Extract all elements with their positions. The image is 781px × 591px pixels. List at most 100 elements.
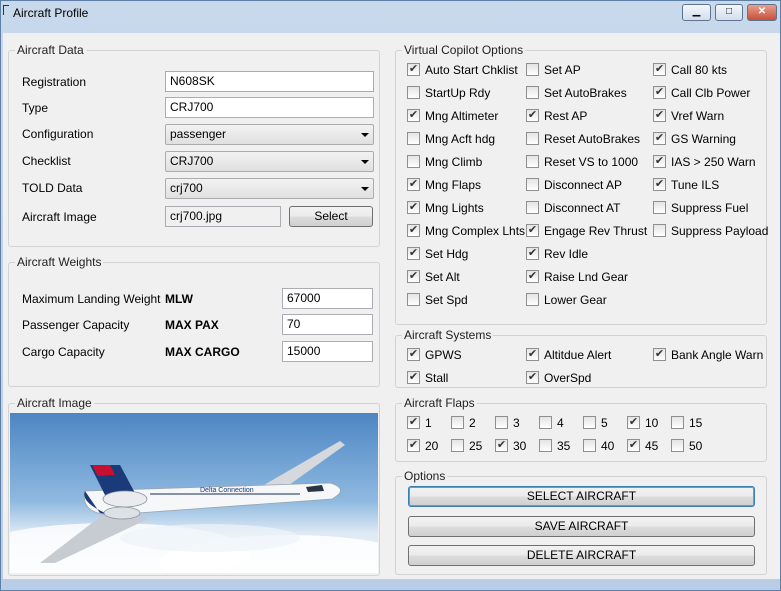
checkmark-icon[interactable]: ✔ (407, 270, 420, 283)
type-label: Type (22, 101, 49, 115)
save-aircraft-button[interactable]: SAVE AIRCRAFT (408, 516, 755, 537)
checklist-label: Checklist (22, 154, 71, 168)
checkbox-empty-icon[interactable] (671, 439, 684, 452)
checkmark-icon[interactable]: ✔ (407, 439, 420, 452)
checkbox-empty-icon[interactable] (451, 416, 464, 429)
checkbox-label: Disconnect AP (544, 178, 623, 192)
checkmark-icon[interactable]: ✔ (495, 439, 508, 452)
checkmark-icon[interactable]: ✔ (653, 132, 666, 145)
chevron-down-icon (361, 133, 369, 137)
checkmark-icon[interactable]: ✔ (627, 439, 640, 452)
checkmark-icon[interactable]: ✔ (407, 371, 420, 384)
checkmark-icon[interactable]: ✔ (627, 416, 640, 429)
checkbox-empty-icon[interactable] (407, 132, 420, 145)
told-label: TOLD Data (22, 181, 83, 195)
mlw-code: MLW (165, 292, 193, 306)
checkmark-icon[interactable]: ✔ (526, 224, 539, 237)
checkbox-label: Set Hdg (425, 247, 469, 261)
copilot-options-legend: Virtual Copilot Options (404, 43, 524, 57)
checkbox-empty-icon[interactable] (583, 416, 596, 429)
aircraft-flaps-group: Aircraft Flaps (395, 396, 767, 462)
checkbox-label: Stall (425, 371, 449, 385)
checkbox-empty-icon[interactable] (526, 63, 539, 76)
checkbox-label: 20 (425, 439, 439, 453)
checkbox-empty-icon[interactable] (539, 439, 552, 452)
checkmark-icon[interactable]: ✔ (653, 178, 666, 191)
max-pax-label: Passenger Capacity (22, 318, 130, 332)
select-aircraft-button[interactable]: SELECT AIRCRAFT (408, 486, 755, 507)
checkbox-label: 2 (469, 416, 476, 430)
checkmark-icon[interactable]: ✔ (526, 371, 539, 384)
aircraft-flaps-legend: Aircraft Flaps (404, 396, 475, 410)
checkmark-icon[interactable]: ✔ (407, 178, 420, 191)
checkbox-empty-icon[interactable] (653, 224, 666, 237)
checkbox-empty-icon[interactable] (407, 293, 420, 306)
checkmark-icon[interactable]: ✔ (653, 109, 666, 122)
checkbox-empty-icon[interactable] (495, 416, 508, 429)
checkbox-empty-icon[interactable] (583, 439, 596, 452)
checkbox-label: Suppress Payload (671, 224, 769, 238)
title-bar[interactable]: Aircraft Profile ▁ □ ✕ (1, 1, 780, 25)
checkbox-empty-icon[interactable] (407, 155, 420, 168)
checkmark-icon[interactable]: ✔ (407, 63, 420, 76)
checkbox-label: Disconnect AT (544, 201, 621, 215)
checkbox-label: 40 (601, 439, 615, 453)
checkmark-icon[interactable]: ✔ (526, 247, 539, 260)
minimize-button[interactable]: ▁ (682, 4, 711, 21)
checkbox-label: 1 (425, 416, 432, 430)
close-button[interactable]: ✕ (747, 4, 777, 21)
checkmark-icon[interactable]: ✔ (526, 270, 539, 283)
checkbox-label: IAS > 250 Warn (671, 155, 756, 169)
checkbox-empty-icon[interactable] (539, 416, 552, 429)
max-cargo-input[interactable]: 15000 (282, 341, 373, 362)
aircraft-profile-window: Aircraft Profile ▁ □ ✕ Aircraft Data Reg… (0, 0, 781, 591)
checkmark-icon[interactable]: ✔ (407, 109, 420, 122)
max-cargo-label: Cargo Capacity (22, 345, 105, 359)
checkbox-empty-icon[interactable] (653, 201, 666, 214)
checkbox-empty-icon[interactable] (451, 439, 464, 452)
registration-input[interactable]: N608SK (165, 71, 374, 92)
checkbox-empty-icon[interactable] (526, 293, 539, 306)
checkmark-icon[interactable]: ✔ (653, 86, 666, 99)
checkbox-label: Tune ILS (671, 178, 720, 192)
checkbox-label: 25 (469, 439, 483, 453)
checkmark-icon[interactable]: ✔ (653, 348, 666, 361)
checkmark-icon[interactable]: ✔ (407, 416, 420, 429)
checkbox-empty-icon[interactable] (407, 86, 420, 99)
checkbox-empty-icon[interactable] (671, 416, 684, 429)
checkbox-label: 50 (689, 439, 703, 453)
type-input[interactable]: CRJ700 (165, 97, 374, 118)
checkmark-icon[interactable]: ✔ (653, 63, 666, 76)
checkbox-label: Engage Rev Thrust (544, 224, 648, 238)
checkbox-label: 35 (557, 439, 571, 453)
checkmark-icon[interactable]: ✔ (653, 155, 666, 168)
maximize-button[interactable]: □ (715, 4, 743, 21)
registration-label: Registration (22, 75, 87, 89)
checkmark-icon[interactable]: ✔ (526, 348, 539, 361)
checklist-select[interactable]: CRJ700 (165, 151, 374, 172)
aircraft-image-input[interactable]: crj700.jpg (165, 206, 281, 227)
checkmark-icon[interactable]: ✔ (526, 109, 539, 122)
checkbox-label: Set AutoBrakes (544, 86, 627, 100)
checkbox-empty-icon[interactable] (526, 155, 539, 168)
aircraft-image-label: Aircraft Image (22, 210, 97, 224)
configuration-select[interactable]: passenger (165, 124, 374, 145)
checkbox-label: 30 (513, 439, 527, 453)
checkbox-empty-icon[interactable] (526, 178, 539, 191)
window-title: Aircraft Profile (13, 6, 89, 20)
max-pax-input[interactable]: 70 (282, 314, 373, 335)
select-image-button[interactable]: Select (289, 206, 373, 227)
checkmark-icon[interactable]: ✔ (407, 247, 420, 260)
checkmark-icon[interactable]: ✔ (407, 201, 420, 214)
delete-aircraft-button[interactable]: DELETE AIRCRAFT (408, 545, 755, 566)
checkbox-label: Mng Altimeter (425, 109, 499, 123)
told-select[interactable]: crj700 (165, 178, 374, 199)
checkbox-empty-icon[interactable] (526, 132, 539, 145)
checkbox-empty-icon[interactable] (526, 86, 539, 99)
aircraft-image-legend: Aircraft Image (17, 396, 92, 410)
checkmark-icon[interactable]: ✔ (407, 224, 420, 237)
mlw-input[interactable]: 67000 (282, 288, 373, 309)
checkbox-label: Call 80 kts (671, 63, 728, 77)
checkbox-empty-icon[interactable] (526, 201, 539, 214)
checkmark-icon[interactable]: ✔ (407, 348, 420, 361)
